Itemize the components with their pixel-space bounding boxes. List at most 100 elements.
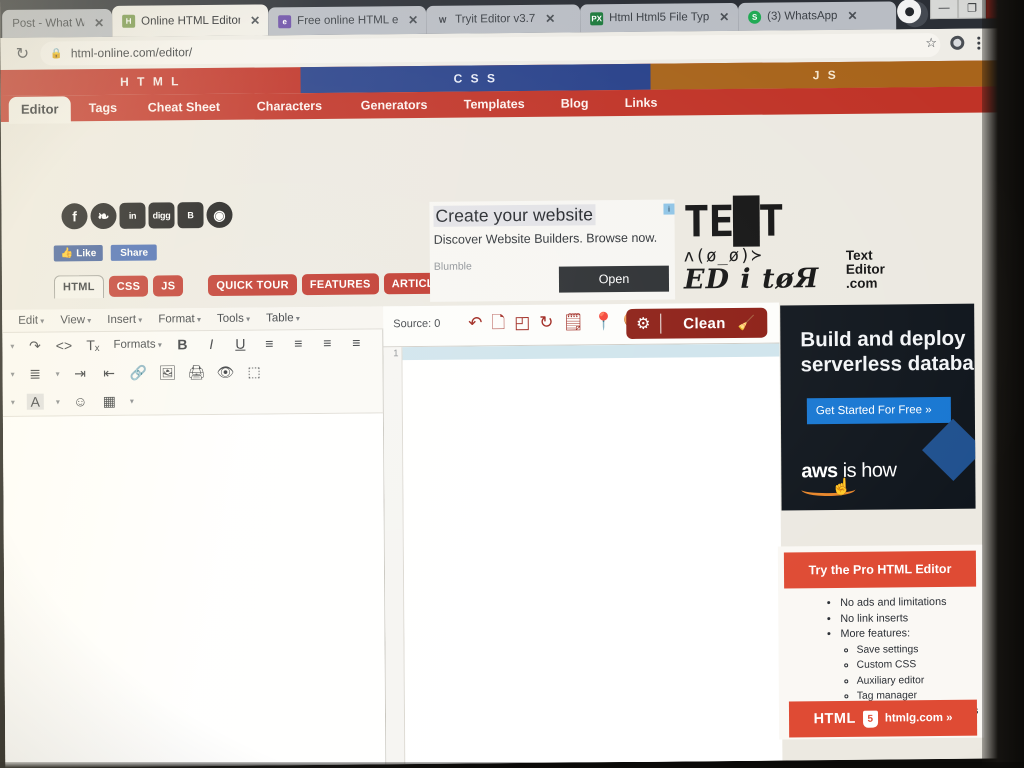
- table-icon[interactable]: ▦: [101, 392, 118, 409]
- source-code-icon[interactable]: <>: [55, 337, 72, 353]
- reddit-icon[interactable]: ◉: [206, 201, 233, 229]
- htmlg-link-button[interactable]: HTML 5 htmlg.com »: [788, 699, 978, 738]
- aws-banner-ad[interactable]: Build and deploy serverless databa Get S…: [780, 303, 976, 511]
- lang-tab-css[interactable]: C S S: [300, 63, 651, 94]
- outdent-icon[interactable]: ⇥: [72, 365, 89, 382]
- browser-tab-1[interactable]: H Online HTML Editor ✕: [112, 4, 269, 37]
- aws-ad-cta-button[interactable]: Get Started For Free »: [806, 396, 951, 425]
- code-textarea[interactable]: [402, 343, 783, 765]
- toolbar-overflow-caret-3[interactable]: ▾: [11, 397, 15, 406]
- linkedin-icon[interactable]: in: [119, 202, 146, 229]
- toolbar-overflow-caret-2[interactable]: ▾: [11, 369, 15, 378]
- menu-format[interactable]: Format: [158, 313, 201, 325]
- numbered-list-icon[interactable]: ≣: [27, 365, 44, 382]
- text-editor-logo[interactable]: TE█T ʌ(ø_ø)≻ ED i tøЯ Text Editor .com: [683, 196, 984, 307]
- window-minimize-button[interactable]: —: [929, 0, 959, 20]
- menu-table[interactable]: Table: [266, 312, 300, 324]
- tab-close-icon[interactable]: ✕: [408, 13, 418, 27]
- lang-tab-js[interactable]: J S: [650, 60, 1001, 90]
- facebook-like-label: Like: [76, 247, 97, 259]
- nav-item-blog[interactable]: Blog: [561, 90, 589, 116]
- menu-edit[interactable]: Edit: [18, 315, 44, 327]
- table-caret[interactable]: ▾: [130, 396, 134, 405]
- chip-css[interactable]: CSS: [108, 275, 149, 297]
- formats-dropdown[interactable]: Formats: [113, 338, 162, 351]
- browser-tab-3[interactable]: W Tryit Editor v3.7 ✕: [426, 4, 581, 34]
- tab-close-icon[interactable]: ✕: [94, 16, 104, 30]
- bold-icon[interactable]: B: [174, 336, 191, 352]
- preview-icon[interactable]: 👁: [217, 363, 235, 380]
- ad-info-icon[interactable]: i: [663, 203, 675, 215]
- align-center-icon[interactable]: ≡: [290, 335, 307, 351]
- align-left-icon[interactable]: ≡: [261, 335, 278, 351]
- nav-item-templates[interactable]: Templates: [464, 91, 525, 118]
- menu-tools[interactable]: Tools: [217, 313, 250, 325]
- italic-icon[interactable]: I: [203, 336, 220, 352]
- redo-icon[interactable]: ↷: [26, 337, 43, 354]
- clipboard-icon[interactable]: 🗒: [562, 312, 584, 332]
- chip-features[interactable]: FEATURES: [301, 273, 379, 296]
- wysiwyg-content-area[interactable]: [2, 413, 386, 768]
- twitter-icon[interactable]: ❧: [90, 202, 117, 230]
- marker-icon[interactable]: 📍: [593, 312, 614, 332]
- list-item: No link inserts: [840, 610, 983, 627]
- text-color-icon[interactable]: A: [26, 393, 44, 410]
- text-color-caret[interactable]: ▾: [56, 397, 60, 406]
- browser-tab-0[interactable]: Post - What Wi ✕: [2, 8, 113, 38]
- feature-chip-row: HTML CSS JS QUICK TOUR FEATURES ARTICLES: [53, 272, 458, 299]
- underline-icon[interactable]: U: [232, 336, 249, 352]
- menu-view[interactable]: View: [60, 314, 91, 326]
- bookmark-star-icon[interactable]: ☆: [925, 35, 937, 51]
- nav-item-tags[interactable]: Tags: [89, 95, 117, 121]
- nav-item-cheat-sheet[interactable]: Cheat Sheet: [148, 94, 220, 121]
- tab-close-icon[interactable]: ✕: [719, 10, 729, 24]
- lang-tab-html[interactable]: H T M L: [0, 67, 300, 96]
- blogger-icon[interactable]: B: [177, 202, 204, 229]
- undo-icon[interactable]: ↶: [468, 313, 482, 333]
- tab-close-icon[interactable]: ✕: [847, 9, 857, 23]
- tab-close-icon[interactable]: ✕: [250, 13, 260, 27]
- banner-ad[interactable]: Create your website Discover Website Bui…: [429, 199, 676, 302]
- wysiwyg-editor-pane[interactable]: Edit View Insert Format Tools Table ▾ ↷ …: [2, 306, 399, 768]
- image-icon[interactable]: 🖼: [159, 364, 177, 381]
- kebab-menu-icon[interactable]: [976, 36, 981, 50]
- refresh-icon[interactable]: ↻: [539, 313, 553, 333]
- media-icon[interactable]: ⬚: [246, 363, 263, 380]
- chip-quick-tour[interactable]: QUICK TOUR: [208, 274, 297, 297]
- clean-button[interactable]: Clean: [661, 314, 737, 332]
- link-icon[interactable]: 🔗: [130, 364, 148, 381]
- banner-ad-open-button[interactable]: Open: [558, 265, 670, 293]
- align-justify-icon[interactable]: ≡: [348, 335, 365, 351]
- emoticon-icon[interactable]: ☺: [72, 393, 89, 409]
- pro-editor-header[interactable]: Try the Pro HTML Editor: [783, 550, 977, 589]
- profile-avatar-icon[interactable]: [949, 35, 965, 50]
- nav-item-generators[interactable]: Generators: [361, 92, 428, 119]
- reload-icon[interactable]: ↻: [12, 44, 32, 64]
- chip-html[interactable]: HTML: [53, 275, 104, 299]
- browser-tab-4[interactable]: PX Html Html5 File Typ ✕: [580, 2, 739, 33]
- facebook-icon[interactable]: f: [61, 203, 88, 230]
- facebook-like-button[interactable]: 👍 Like: [53, 245, 104, 262]
- chip-js[interactable]: JS: [153, 275, 184, 297]
- nav-item-editor[interactable]: Editor: [8, 96, 71, 124]
- source-code-pane[interactable]: Source: 0 ↶ 🗋 ◰ ↻ 🗒 📍 🎨 ⚙ Clean 🧹: [383, 302, 783, 765]
- indent-icon[interactable]: ⇤: [101, 364, 118, 381]
- right-sidebar: Build and deploy serverless databa Get S…: [777, 300, 1005, 760]
- gear-icon[interactable]: ⚙: [626, 313, 662, 335]
- menu-insert[interactable]: Insert: [107, 314, 142, 326]
- browser-tab-5[interactable]: S (3) WhatsApp ✕: [738, 1, 897, 31]
- nav-item-links[interactable]: Links: [625, 90, 658, 116]
- toolbar-overflow-caret[interactable]: ▾: [10, 341, 14, 350]
- clear-format-icon[interactable]: Tₓ: [84, 337, 101, 353]
- align-right-icon[interactable]: ≡: [319, 335, 336, 351]
- facebook-share-button[interactable]: Share: [111, 244, 158, 261]
- nav-item-characters[interactable]: Characters: [257, 93, 323, 120]
- logo-editor-word: ED i tøЯ: [683, 263, 820, 296]
- print-icon[interactable]: 🖨: [188, 364, 206, 381]
- window-icon[interactable]: ◰: [514, 313, 530, 333]
- new-document-icon[interactable]: 🗋: [491, 313, 505, 333]
- tab-close-icon[interactable]: ✕: [545, 12, 555, 26]
- digg-icon[interactable]: digg: [148, 202, 175, 229]
- list-options-caret[interactable]: ▾: [56, 369, 60, 378]
- browser-tab-2[interactable]: e Free online HTML e ✕: [268, 5, 427, 36]
